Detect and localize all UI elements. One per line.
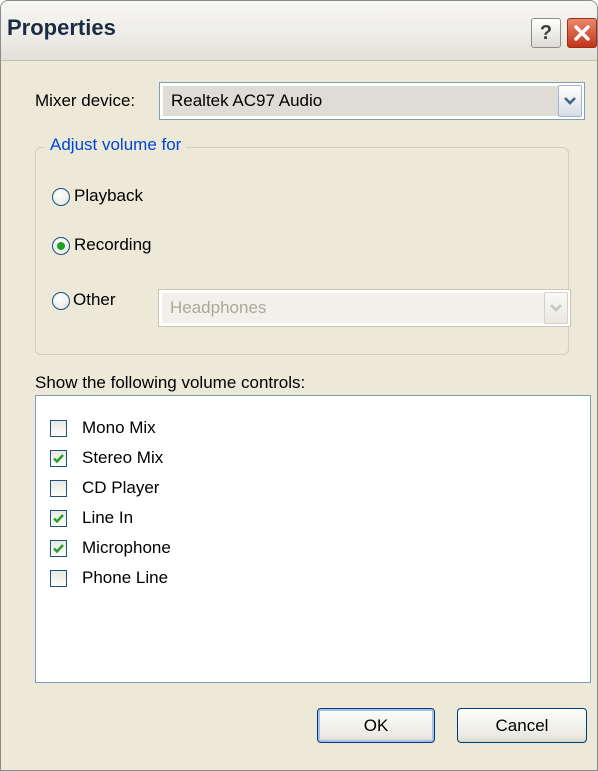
help-icon: ? [539, 22, 553, 44]
other-device-value: Headphones [162, 293, 544, 323]
volume-controls-list[interactable]: Mono Mix Stereo Mix CD Player Line In Mi… [35, 395, 591, 683]
recording-radio[interactable] [52, 237, 70, 255]
mono-mix-checkbox[interactable] [50, 420, 67, 437]
title-bar[interactable]: Properties ? [1, 1, 597, 61]
line-in-checkbox[interactable] [50, 510, 67, 527]
list-item-label: Mono Mix [82, 418, 156, 437]
adjust-volume-legend: Adjust volume for [45, 135, 187, 155]
microphone-checkbox[interactable] [50, 540, 67, 557]
list-item-label: Phone Line [82, 568, 169, 587]
help-button[interactable]: ? [531, 18, 561, 48]
mixer-device-value: Realtek AC97 Audio [163, 86, 558, 116]
phone-line-checkbox[interactable] [50, 570, 67, 587]
stereo-mix-checkbox[interactable] [50, 450, 67, 467]
chevron-down-icon [550, 304, 562, 312]
mixer-device-dropdown-button[interactable] [558, 85, 582, 117]
mixer-device-select[interactable]: Realtek AC97 Audio [159, 82, 585, 120]
list-item-label: CD Player [82, 478, 160, 497]
checkmark-icon [53, 454, 64, 464]
mixer-device-label: Mixer device: [35, 91, 136, 110]
playback-radio[interactable] [52, 188, 70, 206]
list-item-label: Microphone [82, 538, 171, 557]
cancel-button[interactable]: Cancel [457, 708, 587, 743]
checkmark-icon [53, 514, 64, 524]
close-icon [574, 25, 590, 41]
cd-player-checkbox[interactable] [50, 480, 67, 497]
other-label[interactable]: Other [73, 290, 116, 310]
close-button[interactable] [567, 18, 597, 48]
other-device-dropdown-button [544, 292, 568, 324]
recording-label[interactable]: Recording [74, 235, 152, 255]
list-item-label: Stereo Mix [82, 448, 164, 467]
window-title: Properties [7, 15, 116, 40]
properties-dialog: Properties ? Mixer device: Realtek AC97 … [0, 0, 598, 771]
ok-button[interactable]: OK [317, 708, 435, 743]
list-item-label: Line In [82, 508, 134, 527]
checkmark-icon [53, 544, 64, 554]
other-radio[interactable] [52, 292, 70, 310]
other-device-select: Headphones [158, 289, 571, 327]
chevron-down-icon [564, 97, 576, 105]
volume-controls-label: Show the following volume controls: [35, 373, 306, 392]
playback-label[interactable]: Playback [74, 186, 143, 206]
